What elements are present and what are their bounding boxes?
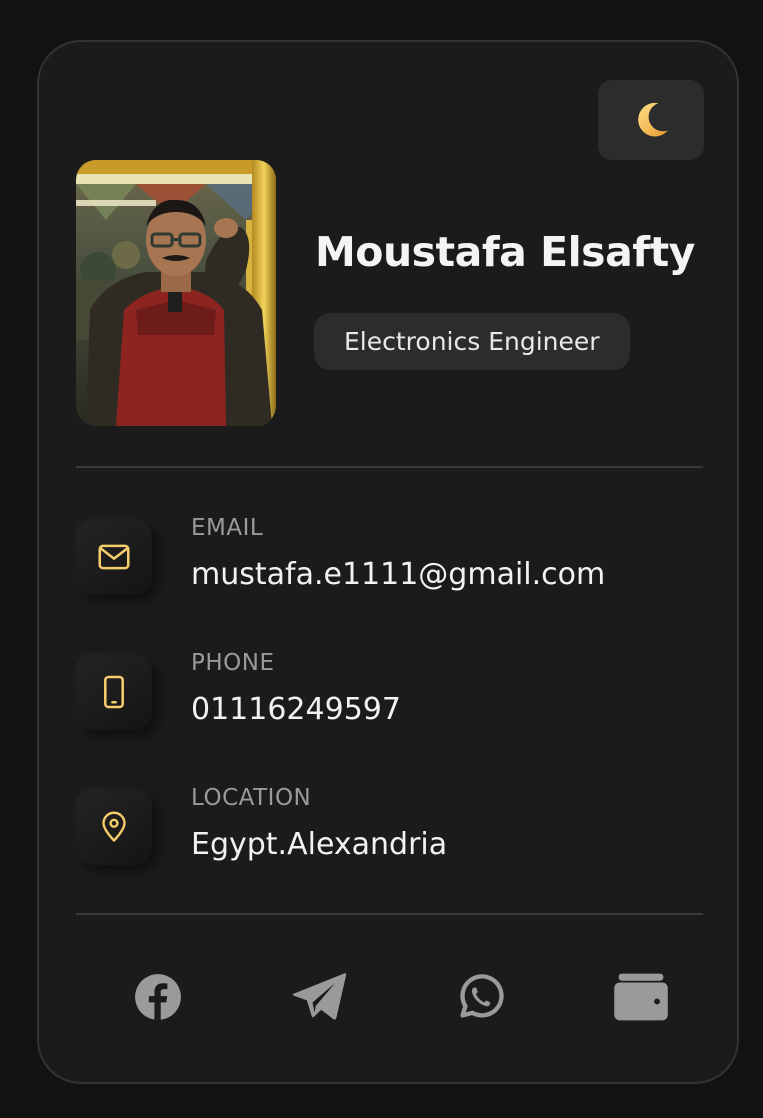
bottom-divider (76, 913, 703, 915)
contact-phone[interactable]: PHONE 01116249597 (76, 650, 696, 734)
location-icon-box (76, 789, 152, 865)
whatsapp-link[interactable] (449, 965, 513, 1029)
facebook-link[interactable] (126, 965, 190, 1029)
telegram-icon (292, 973, 347, 1020)
location-value[interactable]: Egypt.Alexandria (191, 827, 447, 862)
email-label: EMAIL (191, 515, 264, 541)
wallet-icon (614, 973, 668, 1021)
phone-value[interactable]: 01116249597 (191, 692, 401, 727)
job-title-badge: Electronics Engineer (314, 313, 630, 370)
profile-photo (76, 160, 276, 426)
crescent-moon-icon (638, 102, 668, 137)
profile-name: Moustafa Elsafty (315, 228, 695, 276)
phone-icon (104, 675, 124, 709)
theme-toggle-button[interactable] (598, 80, 704, 160)
top-divider (76, 466, 703, 468)
location-pin-icon (102, 811, 126, 842)
location-label: LOCATION (191, 785, 312, 811)
email-value[interactable]: mustafa.e1111@gmail.com (191, 557, 605, 592)
phone-icon-box (76, 654, 152, 730)
profile-card: Moustafa Elsafty Electronics Engineer EM… (37, 40, 739, 1084)
mail-icon (98, 544, 130, 570)
facebook-icon (135, 974, 181, 1020)
contact-email[interactable]: EMAIL mustafa.e1111@gmail.com (76, 515, 696, 599)
email-icon-box (76, 519, 152, 595)
wallet-link[interactable] (609, 965, 673, 1029)
telegram-link[interactable] (287, 965, 351, 1029)
contact-location[interactable]: LOCATION Egypt.Alexandria (76, 785, 696, 869)
whatsapp-icon (460, 974, 504, 1018)
phone-label: PHONE (191, 650, 275, 676)
